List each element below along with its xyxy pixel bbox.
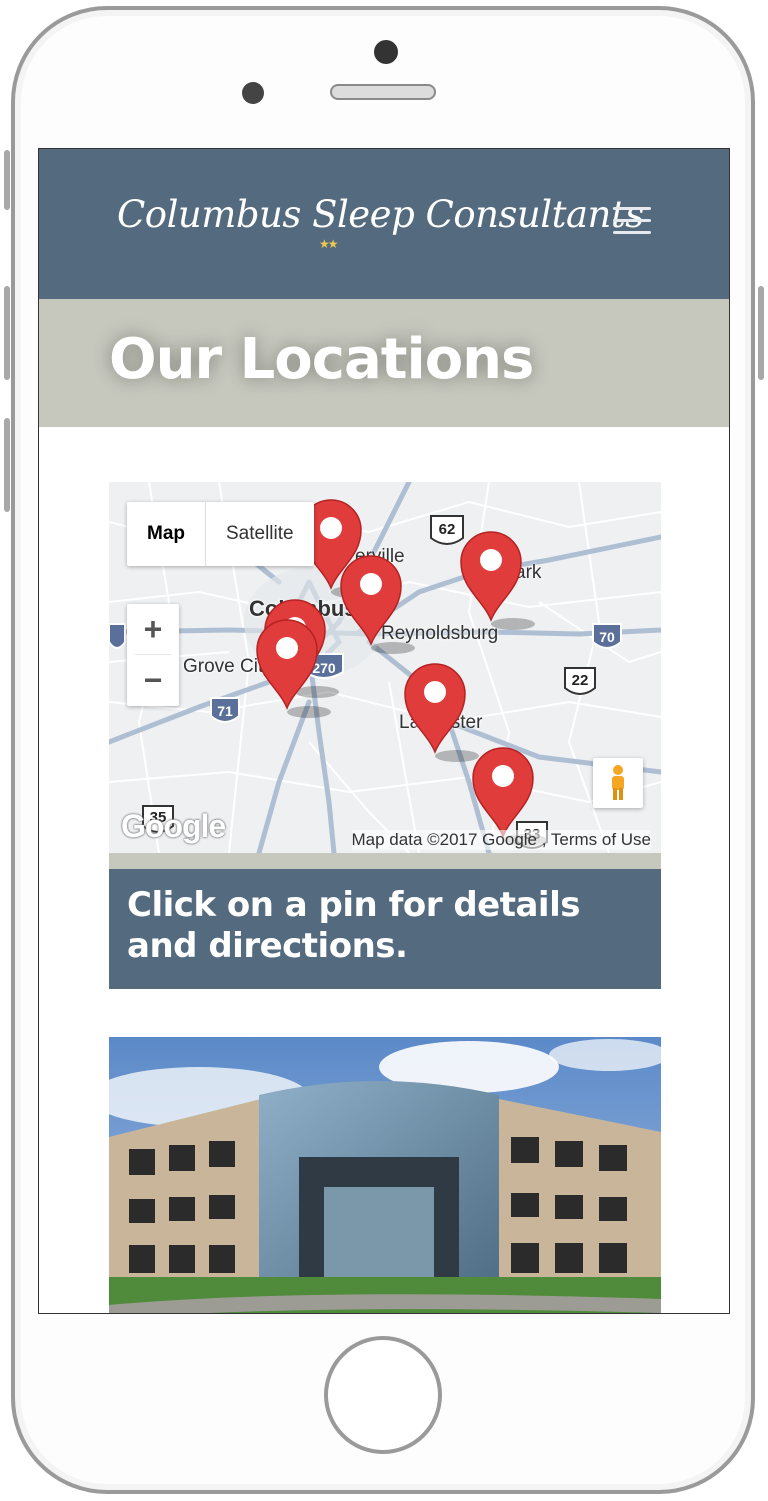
front-camera: [374, 40, 398, 64]
page-title-band: Our Locations: [39, 299, 729, 427]
street-view-pegman-button[interactable]: [593, 758, 643, 808]
office-building-image: [109, 1037, 661, 1313]
map-type-control: Map Satellite: [127, 502, 314, 566]
locations-map[interactable]: erville Columbus Reynoldsburg Grove City…: [109, 482, 661, 853]
zoom-out-button[interactable]: −: [127, 655, 179, 705]
map-bottom-strip: [109, 853, 661, 869]
volume-up-button: [4, 286, 10, 380]
silent-switch: [4, 150, 10, 210]
pin-instructions-text: Click on a pin for details and direction…: [127, 885, 580, 966]
location-pin-icon[interactable]: [340, 555, 415, 654]
logo-stars-icon: ★★: [319, 237, 338, 251]
home-button[interactable]: [324, 1336, 442, 1454]
zoom-in-button[interactable]: +: [127, 604, 179, 654]
proximity-sensor: [242, 82, 264, 104]
site-header: Columbus Sleep Consultants ★★: [39, 149, 729, 299]
power-button: [758, 286, 764, 380]
hamburger-menu-icon[interactable]: [613, 207, 651, 237]
earpiece-speaker: [330, 84, 436, 100]
map-attribution[interactable]: Map data ©2017 Google , Terms of Use: [351, 830, 651, 850]
location-pin-icon[interactable]: [460, 531, 535, 630]
phone-screen: Columbus Sleep Consultants ★★ Our Locati…: [38, 148, 730, 1314]
zoom-control: + −: [127, 604, 179, 706]
pegman-icon: [612, 765, 624, 800]
pin-instructions-banner: Click on a pin for details and direction…: [109, 869, 661, 989]
site-logo[interactable]: Columbus Sleep Consultants: [117, 193, 644, 236]
page-title: Our Locations: [109, 327, 534, 392]
volume-down-button: [4, 418, 10, 512]
map-type-satellite-button[interactable]: Satellite: [206, 502, 314, 566]
location-pin-icon[interactable]: [404, 663, 479, 762]
map-type-map-button[interactable]: Map: [127, 502, 206, 566]
google-logo: Google: [121, 808, 226, 844]
office-building-photo: [109, 1037, 661, 1313]
